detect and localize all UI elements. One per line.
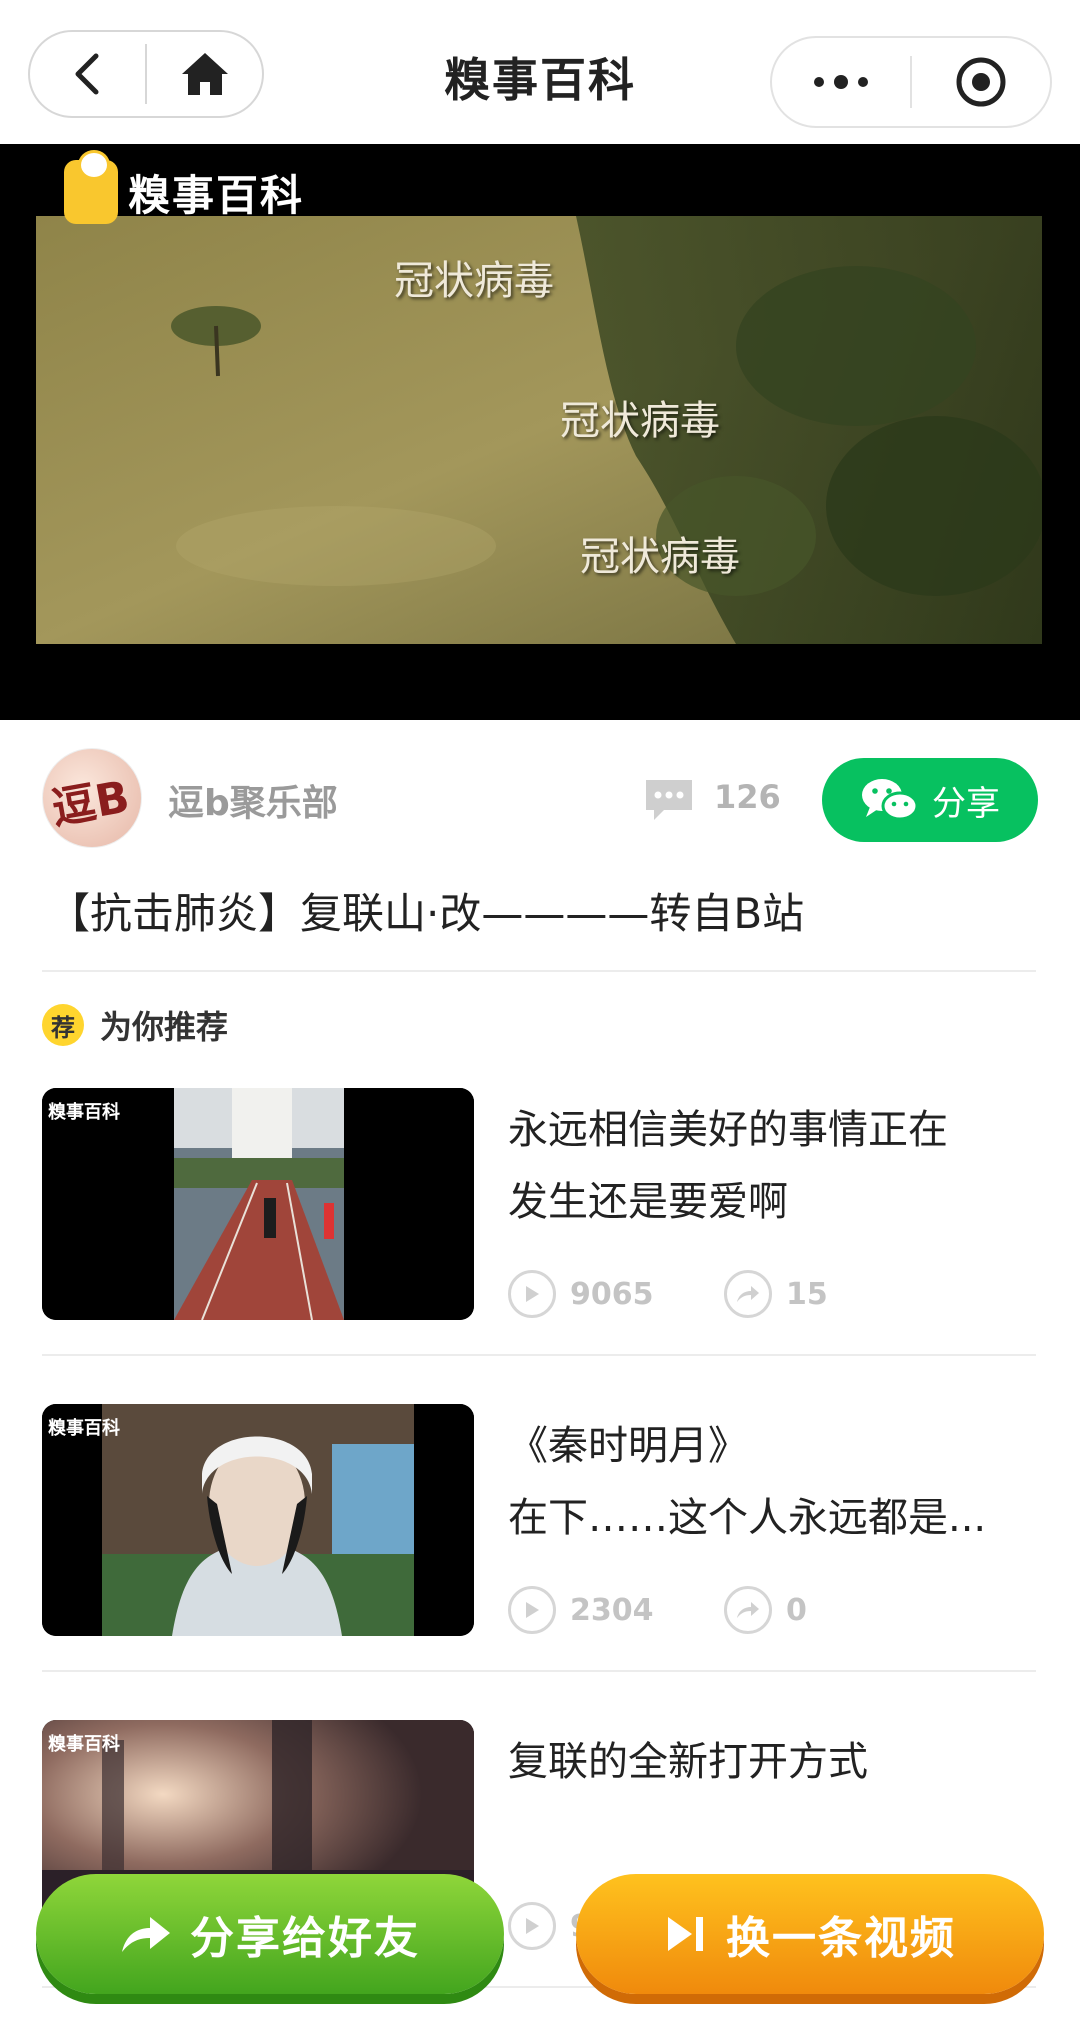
top-navigation-bar: 糗事百科 [0, 0, 1080, 144]
next-video-label: 换一条视频 [726, 1913, 956, 1964]
share-label: 分享 [932, 783, 1000, 824]
wechat-icon [862, 779, 919, 821]
comment-count: 126 [714, 778, 781, 816]
author-name[interactable]: 逗b聚乐部 [168, 774, 338, 826]
play-count: 9065 [508, 1270, 654, 1318]
share-arrow-icon [122, 1917, 170, 1952]
video-thumbnail[interactable]: 糗事百科 [42, 1088, 474, 1320]
title-line: 《秦时明月》 [508, 1423, 748, 1469]
recommend-header: 荐 为你推荐 [42, 1002, 228, 1048]
recommend-item[interactable]: 糗事百科 《秦时明月》 在下……这个人永远都是... 2304 0 [42, 1404, 1036, 1636]
divider [42, 1354, 1036, 1356]
thumbnail-watermark: 糗事百科 [48, 1418, 120, 1439]
close-mini-program-button[interactable] [912, 38, 1050, 126]
share-to-friend-label: 分享给好友 [190, 1913, 420, 1964]
video-subtitle: 冠状病毒 [580, 534, 740, 580]
video-frame: 冠状病毒 冠状病毒 冠状病毒 [36, 216, 1042, 644]
share-to-friend-button[interactable]: 分享给好友 [36, 1874, 504, 1994]
thumbnail-watermark: 糗事百科 [48, 1102, 120, 1123]
recommend-label: 为你推荐 [100, 1008, 229, 1046]
title-line: 在下……这个人永远都是... [508, 1495, 987, 1541]
share-arrow-icon [724, 1586, 772, 1634]
logo-icon [64, 150, 118, 224]
thumbnail-watermark: 糗事百科 [48, 1734, 120, 1755]
share-count-value: 0 [786, 1592, 807, 1628]
play-icon [508, 1270, 556, 1318]
video-thumbnail[interactable]: 糗事百科 [42, 1404, 474, 1636]
title-line: 发生还是要爱啊 [508, 1179, 788, 1225]
avatar-text: 逗B [47, 771, 134, 836]
nav-capsule-right [770, 36, 1052, 128]
share-count: 15 [724, 1270, 828, 1318]
wechat-share-button[interactable]: 分享 [822, 758, 1038, 842]
video-player[interactable]: 冠状病毒 冠状病毒 冠状病毒 糗事百科 [0, 144, 1080, 720]
avatar[interactable]: 逗B [42, 748, 142, 848]
recommend-badge: 荐 [42, 1004, 84, 1046]
divider [42, 970, 1036, 972]
skip-next-icon [668, 1917, 703, 1951]
title-line: 永远相信美好的事情正在 [508, 1107, 948, 1153]
divider [42, 1670, 1036, 1672]
video-subtitle: 冠状病毒 [394, 258, 554, 304]
more-dots-icon [814, 75, 868, 89]
next-video-button[interactable]: 换一条视频 [576, 1874, 1044, 1994]
play-count-value: 2304 [570, 1592, 654, 1628]
video-title: 【抗击肺炎】复联山·改————转自B站 [48, 889, 805, 938]
recommend-item[interactable]: 糗事百科 永远相信美好的事情正在 发生还是要爱啊 9065 15 [42, 1088, 1036, 1320]
recommend-title[interactable]: 《秦时明月》 在下……这个人永远都是... [508, 1410, 1028, 1554]
watermark-logo: 糗事百科 [64, 150, 305, 224]
share-arrow-icon [724, 1270, 772, 1318]
share-count: 0 [724, 1586, 807, 1634]
play-count: 2304 [508, 1586, 654, 1634]
share-count-value: 15 [786, 1276, 828, 1312]
play-icon [508, 1586, 556, 1634]
comment-icon[interactable] [642, 776, 696, 824]
recommend-title[interactable]: 复联的全新打开方式 [508, 1726, 1028, 1798]
mini-program-target-icon [956, 57, 1006, 107]
more-button[interactable] [772, 38, 910, 126]
play-icon [508, 1902, 556, 1950]
play-count-value: 9065 [570, 1276, 654, 1312]
video-subtitle: 冠状病毒 [560, 398, 720, 444]
recommend-title[interactable]: 永远相信美好的事情正在 发生还是要爱啊 [508, 1094, 1028, 1238]
title-line: 复联的全新打开方式 [508, 1739, 868, 1785]
watermark-text: 糗事百科 [128, 170, 305, 220]
author-row: 逗B 逗b聚乐部 126 分享 [0, 740, 1080, 860]
